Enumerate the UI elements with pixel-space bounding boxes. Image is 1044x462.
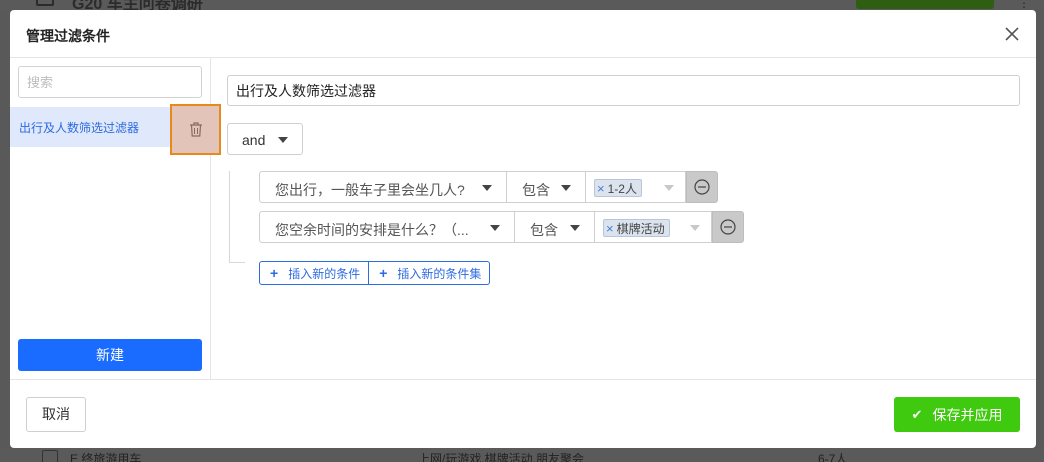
remove-tag-icon[interactable]: × — [597, 181, 605, 196]
operator-select-value: 包含 — [522, 182, 550, 198]
chevron-down-icon — [664, 185, 674, 191]
operator-select[interactable]: 包含 — [507, 171, 586, 203]
filter-editor: and 您出行，一般车子里会坐几人? 包含 × 1-2人 — [211, 58, 1036, 379]
chevron-down-icon — [490, 225, 500, 231]
insert-buttons-group: + 插入新的条件 + 插入新的条件集 — [259, 261, 491, 285]
chevron-down-icon — [690, 225, 700, 231]
background-action-button — [856, 0, 994, 9]
insert-condition-set-label: 插入新的条件集 — [397, 266, 482, 281]
new-filter-button[interactable]: 新建 — [18, 339, 202, 371]
close-button[interactable] — [1002, 24, 1022, 44]
chevron-down-icon — [278, 137, 288, 143]
cancel-button[interactable]: 取消 — [26, 397, 86, 432]
chevron-down-icon — [561, 185, 571, 191]
value-tag: × 1-2人 — [594, 179, 642, 197]
question-select-value: 您出行，一般车子里会坐几人? — [275, 182, 465, 198]
value-multiselect[interactable]: × 1-2人 — [586, 171, 686, 203]
sidebar-item-label: 出行及人数筛选过滤器 — [19, 121, 140, 135]
save-and-apply-label: 保存并应用 — [932, 406, 1003, 423]
manage-filters-dialog: 管理过滤条件 出行及人数筛选过滤器 新建 and — [10, 10, 1036, 448]
close-icon — [1005, 27, 1019, 41]
insert-condition-set-button[interactable]: + 插入新的条件集 — [369, 261, 491, 285]
minus-circle-icon — [720, 219, 736, 235]
remove-condition-button[interactable] — [712, 211, 744, 243]
background-row-count: 6-7人 — [818, 452, 848, 462]
chevron-down-icon — [482, 185, 492, 191]
dialog-header: 管理过滤条件 — [10, 10, 1036, 58]
question-select-value: 您空余时间的安排是什么？（... — [275, 222, 469, 238]
background-page-title: G20 车主问卷调研 — [72, 0, 203, 10]
background-row-checkbox — [42, 450, 58, 462]
operator-select[interactable]: 包含 — [515, 211, 595, 243]
insert-condition-label: 插入新的条件 — [288, 266, 361, 281]
chevron-down-icon — [570, 225, 580, 231]
dialog-title: 管理过滤条件 — [26, 28, 110, 44]
operator-select-value: 包含 — [530, 222, 558, 238]
question-select[interactable]: 您空余时间的安排是什么？（... — [259, 211, 515, 243]
plus-icon: + — [270, 265, 279, 281]
background-menu-icon: ⋮ — [1018, 0, 1030, 10]
background-logo-icon — [36, 0, 54, 6]
logic-operator-value: and — [242, 132, 266, 148]
plus-icon: + — [379, 265, 388, 281]
logic-operator-select[interactable]: and — [227, 123, 303, 155]
minus-circle-icon — [694, 179, 710, 195]
value-tag-label: 1-2人 — [607, 181, 637, 196]
background-row-label: E 终旅游用车 — [70, 452, 142, 462]
trash-icon — [190, 122, 202, 137]
remove-condition-button[interactable] — [686, 171, 718, 203]
check-icon: ✔ — [911, 406, 923, 422]
value-tag-label: 棋牌活动 — [616, 221, 665, 236]
save-and-apply-button[interactable]: ✔ 保存并应用 — [894, 397, 1020, 432]
filter-list-sidebar: 出行及人数筛选过滤器 新建 — [10, 58, 221, 379]
filter-name-input[interactable] — [227, 75, 1020, 106]
question-select[interactable]: 您出行，一般车子里会坐几人? — [259, 171, 507, 203]
search-input[interactable] — [18, 66, 202, 98]
condition-tree-connector — [229, 171, 245, 263]
remove-tag-icon[interactable]: × — [606, 221, 614, 236]
background-row-answers: 上网/玩游戏,棋牌活动,朋友聚会 — [418, 452, 585, 462]
value-tag: × 棋牌活动 — [603, 219, 670, 237]
value-multiselect[interactable]: × 棋牌活动 — [595, 211, 712, 243]
background-table: E 终旅游用车 上网/玩游戏,棋牌活动,朋友聚会 6-7人 — [0, 448, 1044, 462]
dialog-footer: 取消 ✔ 保存并应用 — [10, 379, 1036, 448]
background-header: G20 车主问卷调研 ⋮ — [0, 0, 1044, 10]
insert-condition-button[interactable]: + 插入新的条件 — [259, 261, 370, 285]
